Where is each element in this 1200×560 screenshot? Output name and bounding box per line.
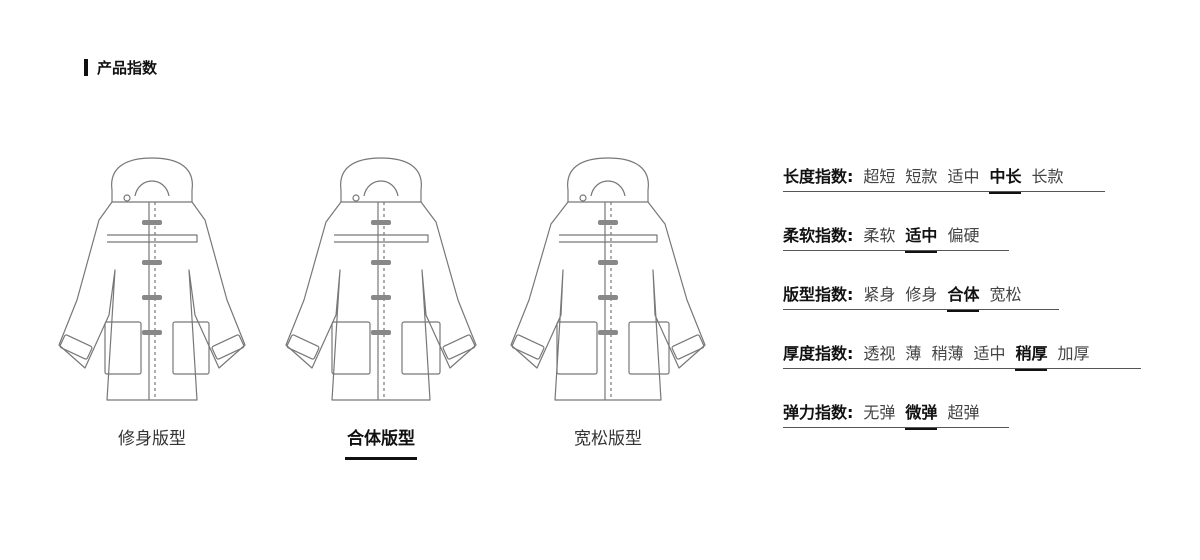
index-rule — [783, 368, 1141, 369]
fit-selected-underline — [345, 457, 417, 460]
fit-loose[interactable]: 宽松版型 — [503, 150, 713, 449]
index-row-fit: 版型指数: 紧身 修身 合体 宽松 — [783, 278, 1183, 337]
index-option[interactable]: 超短 — [863, 163, 895, 187]
index-option-selected[interactable]: 中长 — [989, 163, 1022, 194]
index-option[interactable]: 超弹 — [947, 399, 979, 423]
product-indices: 长度指数: 超短 短款 适中 中长 长款 柔软指数: 柔软 适中 偏硬 版型指数… — [783, 160, 1183, 455]
index-option[interactable]: 透视 — [863, 340, 895, 364]
index-rule — [783, 427, 1009, 428]
index-row-length: 长度指数: 超短 短款 适中 中长 长款 — [783, 160, 1183, 219]
index-option-selected[interactable]: 适中 — [905, 222, 938, 253]
index-option[interactable]: 无弹 — [863, 399, 895, 423]
fit-regular[interactable]: 合体版型 — [276, 150, 486, 460]
index-row-softness: 柔软指数: 柔软 适中 偏硬 — [783, 219, 1183, 278]
index-rule — [783, 191, 1105, 192]
index-name: 柔软指数: — [783, 226, 854, 245]
index-option[interactable]: 加厚 — [1057, 340, 1089, 364]
index-rule — [783, 250, 1009, 251]
index-option-selected[interactable]: 微弹 — [905, 399, 938, 430]
regular-coat-illustration — [285, 157, 477, 401]
index-name: 弹力指数: — [783, 403, 854, 422]
index-row-elasticity: 弹力指数: 无弹 微弹 超弹 — [783, 396, 1183, 455]
index-option[interactable]: 偏硬 — [947, 222, 979, 246]
index-option[interactable]: 长款 — [1031, 163, 1063, 187]
index-option[interactable]: 适中 — [947, 163, 979, 187]
index-name: 版型指数: — [783, 285, 854, 304]
section-title: 产品指数 — [84, 56, 157, 78]
index-option[interactable]: 修身 — [905, 281, 937, 305]
fit-label-loose: 宽松版型 — [574, 429, 642, 449]
index-option[interactable]: 稍薄 — [931, 340, 963, 364]
index-name: 长度指数: — [783, 167, 854, 186]
index-option[interactable]: 柔软 — [863, 222, 895, 246]
index-row-thickness: 厚度指数: 透视 薄 稍薄 适中 稍厚 加厚 — [783, 337, 1183, 396]
index-option[interactable]: 薄 — [905, 340, 921, 364]
index-option[interactable]: 紧身 — [863, 281, 895, 305]
index-option-selected[interactable]: 稍厚 — [1015, 340, 1048, 371]
fit-slim[interactable]: 修身版型 — [47, 150, 257, 449]
title-bar-marker — [84, 58, 88, 76]
index-option[interactable]: 宽松 — [989, 281, 1021, 305]
section-title-text: 产品指数 — [97, 58, 158, 77]
index-option[interactable]: 适中 — [973, 340, 1005, 364]
index-option-selected[interactable]: 合体 — [947, 281, 980, 312]
index-option[interactable]: 短款 — [905, 163, 937, 187]
index-name: 厚度指数: — [783, 344, 854, 363]
fit-label-slim: 修身版型 — [118, 429, 186, 449]
fit-label-regular: 合体版型 — [347, 429, 415, 449]
slim-coat-illustration — [58, 157, 246, 401]
index-rule — [783, 309, 1059, 310]
loose-coat-illustration — [510, 157, 706, 401]
